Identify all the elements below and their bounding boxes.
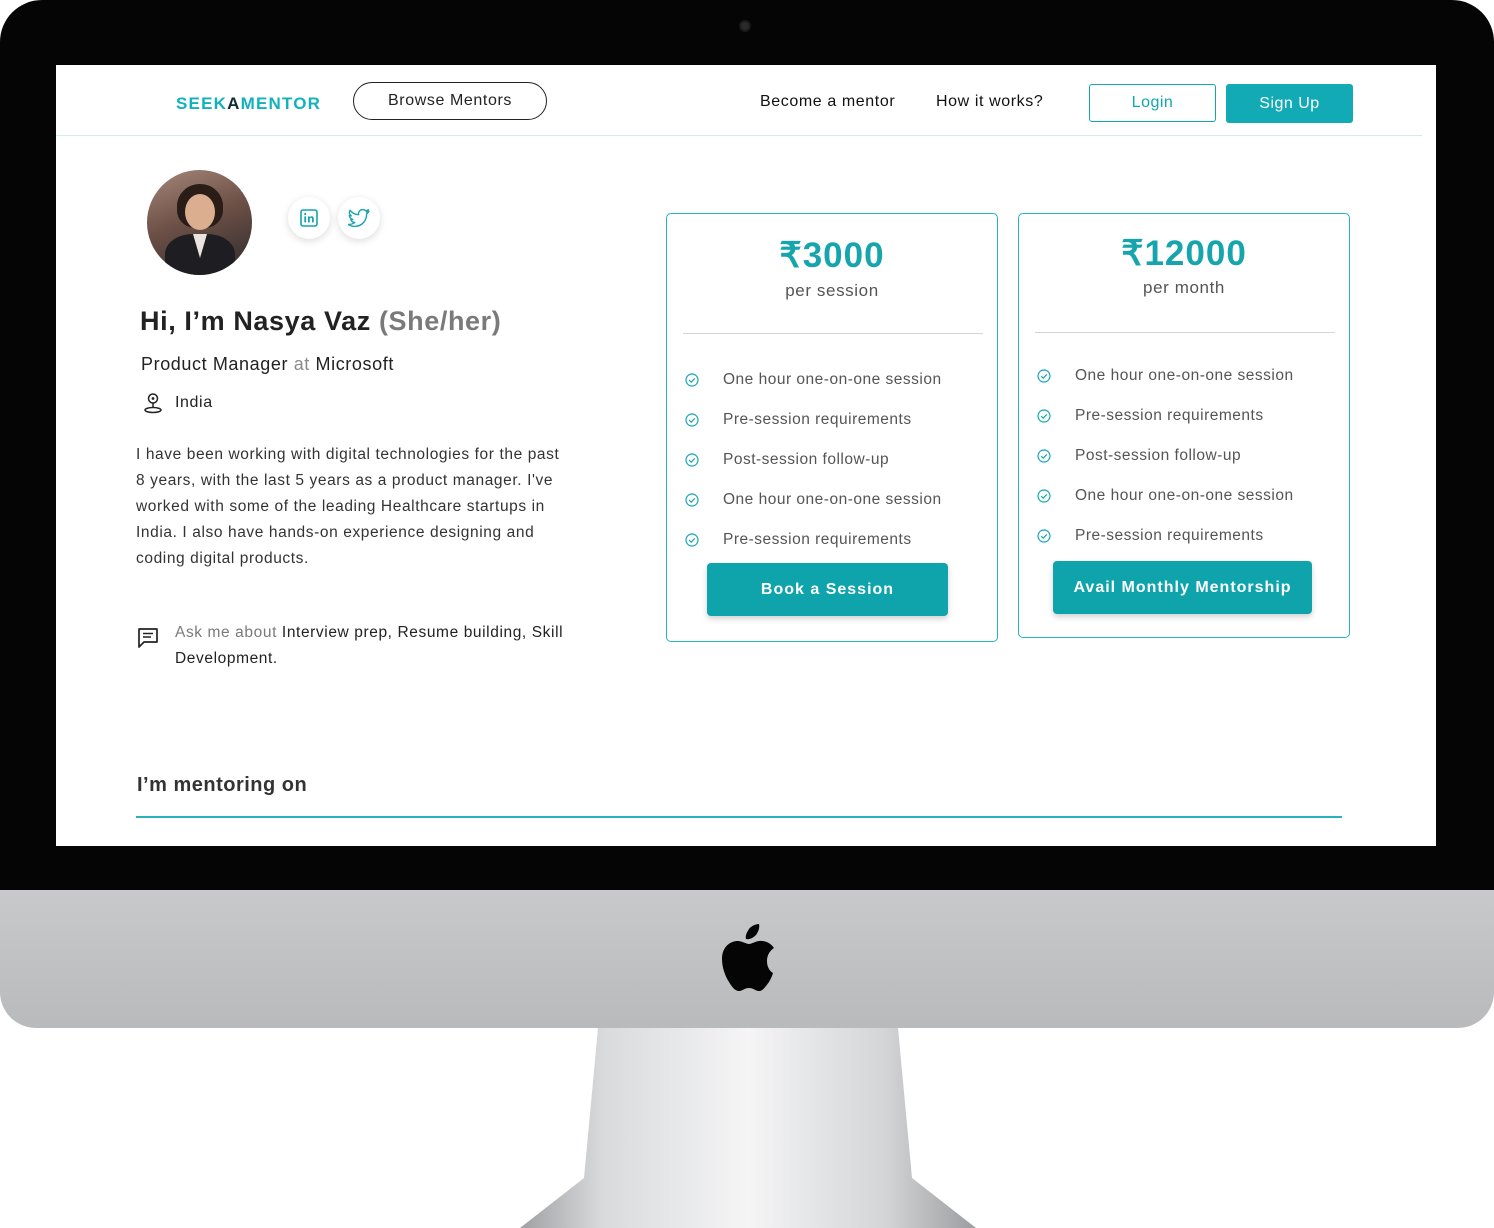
list-item: One hour one-on-one session <box>685 360 942 400</box>
list-item: One hour one-on-one session <box>1037 476 1294 516</box>
location-text: India <box>175 394 213 411</box>
avatar <box>147 170 252 275</box>
avail-monthly-mentorship-button[interactable]: Avail Monthly Mentorship <box>1053 561 1312 614</box>
twitter-button[interactable] <box>338 197 380 239</box>
list-item: One hour one-on-one session <box>685 480 942 520</box>
pronouns: (She/her) <box>378 306 502 336</box>
feature-text: Pre-session requirements <box>723 531 912 548</box>
check-circle-icon <box>685 373 699 387</box>
list-item: Pre-session requirements <box>685 400 942 440</box>
feature-text: One hour one-on-one session <box>1075 367 1294 384</box>
greeting-text: Hi, I’m Nasya Vaz <box>140 306 371 336</box>
mentoring-heading: I’m mentoring on <box>137 774 308 796</box>
check-circle-icon <box>1037 489 1051 503</box>
card-divider <box>683 333 983 334</box>
linkedin-icon <box>300 209 318 227</box>
profile-role: Product Manager at Microsoft <box>141 354 394 375</box>
feature-text: Pre-session requirements <box>1075 407 1264 424</box>
role-at: at <box>293 354 310 374</box>
become-mentor-link[interactable]: Become a mentor <box>760 93 895 111</box>
monitor-stand <box>520 1028 976 1228</box>
feature-text: Pre-session requirements <box>1075 527 1264 544</box>
login-button[interactable]: Login <box>1089 84 1216 122</box>
apple-logo-icon <box>722 924 774 991</box>
list-item: Post-session follow-up <box>685 440 942 480</box>
camera-icon <box>739 20 751 32</box>
monthly-period: per month <box>1143 278 1225 297</box>
signup-button[interactable]: Sign Up <box>1226 84 1353 123</box>
logo-part-seek: SEEK <box>176 94 228 113</box>
session-price: ₹3000 <box>779 236 885 275</box>
book-session-button[interactable]: Book a Session <box>707 563 948 616</box>
list-item: Post-session follow-up <box>1037 436 1294 476</box>
profile-bio: I have been working with digital technol… <box>136 446 560 567</box>
check-circle-icon <box>685 493 699 507</box>
site-logo[interactable]: SEEKAMENTOR <box>176 94 321 114</box>
ask-me-about: Ask me about Interview prep, Resume buil… <box>175 620 625 672</box>
session-feature-list: One hour one-on-one session Pre-session … <box>685 360 942 560</box>
monthly-feature-list: One hour one-on-one session Pre-session … <box>1037 356 1294 556</box>
logo-part-mentor: MENTOR <box>240 94 322 113</box>
feature-text: Post-session follow-up <box>1075 447 1242 464</box>
feature-text: One hour one-on-one session <box>723 491 942 508</box>
feature-text: Post-session follow-up <box>723 451 890 468</box>
section-divider <box>136 816 1342 818</box>
site-header: SEEKAMENTOR Browse Mentors Become a ment… <box>56 65 1422 136</box>
check-circle-icon <box>1037 449 1051 463</box>
check-circle-icon <box>685 413 699 427</box>
profile-name: Hi, I’m Nasya Vaz (She/her) <box>140 306 501 337</box>
chat-icon <box>138 628 158 648</box>
job-title: Product Manager <box>141 354 289 374</box>
linkedin-button[interactable] <box>288 197 330 239</box>
check-circle-icon <box>1037 529 1051 543</box>
twitter-icon <box>348 209 370 227</box>
how-it-works-link[interactable]: How it works? <box>936 93 1043 111</box>
monthly-price: ₹12000 <box>1121 234 1247 273</box>
check-circle-icon <box>685 453 699 467</box>
card-divider <box>1035 332 1335 333</box>
check-circle-icon <box>685 533 699 547</box>
location-pin-icon <box>144 393 162 414</box>
logo-part-a: A <box>227 94 241 113</box>
session-plan-card: ₹3000 per session One hour one-on-one se… <box>666 213 998 642</box>
browser-screen: SEEKAMENTOR Browse Mentors Become a ment… <box>56 65 1436 846</box>
company-name: Microsoft <box>315 354 394 374</box>
list-item: Pre-session requirements <box>1037 396 1294 436</box>
feature-text: One hour one-on-one session <box>723 371 942 388</box>
check-circle-icon <box>1037 409 1051 423</box>
list-item: One hour one-on-one session <box>1037 356 1294 396</box>
list-item: Pre-session requirements <box>685 520 942 560</box>
monitor-chin <box>0 890 1494 1028</box>
ask-label: Ask me about <box>175 624 277 641</box>
monthly-plan-card: ₹12000 per month One hour one-on-one ses… <box>1018 213 1350 638</box>
feature-text: Pre-session requirements <box>723 411 912 428</box>
list-item: Pre-session requirements <box>1037 516 1294 556</box>
feature-text: One hour one-on-one session <box>1075 487 1294 504</box>
browse-mentors-button[interactable]: Browse Mentors <box>353 82 547 120</box>
session-period: per session <box>785 281 879 300</box>
check-circle-icon <box>1037 369 1051 383</box>
